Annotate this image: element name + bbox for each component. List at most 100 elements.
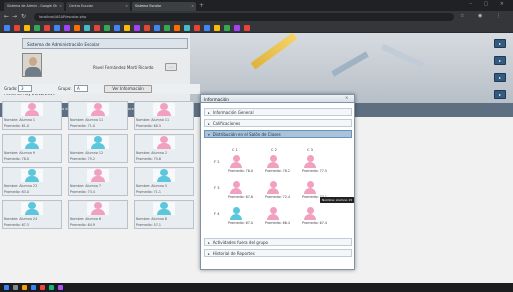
url-input[interactable]: localhost/ASAP/escolar.php [34, 13, 454, 21]
student-card[interactable]: Nombre: Alumno 9 Promedio: 78.0 [2, 134, 62, 163]
bookmark-icon[interactable] [194, 25, 200, 31]
side-button-2[interactable]: ▸ [494, 56, 506, 65]
student-name: Nombre: Alumno 12 [70, 151, 104, 155]
student-card[interactable]: Nombre: Alumno 7 Promedio: 73.4 [68, 167, 128, 196]
bookmark-icon[interactable] [44, 25, 50, 31]
side-button-4[interactable]: ▸ [494, 90, 506, 99]
student-card[interactable]: Nombre: Alumno 6 Promedio: 64.9 [68, 200, 128, 229]
reload-icon[interactable]: ↻ [21, 13, 26, 20]
bookmark-icon[interactable] [74, 25, 80, 31]
bookmark-icon[interactable] [104, 25, 110, 31]
bookmark-icon[interactable] [224, 25, 230, 31]
student-avatar-icon [266, 207, 280, 220]
bookmark-icon[interactable] [174, 25, 180, 31]
grupo-select[interactable]: A [74, 85, 88, 92]
app-icon[interactable] [49, 285, 54, 290]
seat-average: Promedio: 72.4 [265, 195, 290, 199]
bookmark-icon[interactable] [4, 25, 10, 31]
section-actividades-fuera[interactable]: ▸ Actividades fuera del grupo [204, 238, 352, 246]
close-icon[interactable]: × [59, 4, 62, 8]
bookmark-icon[interactable] [14, 25, 20, 31]
new-tab-button[interactable]: + [199, 2, 204, 9]
column-header: C 3 [307, 148, 313, 152]
bookmark-icon[interactable] [244, 25, 250, 31]
classroom-seat[interactable]: Promedio: 73.1 [298, 181, 327, 201]
seat-average: Promedio: 77.5 [302, 169, 327, 173]
student-name: Nombre: Alumno 5 [136, 184, 167, 188]
os-taskbar [0, 283, 513, 292]
student-card[interactable]: Nombre: Alumno 2 Promedio: 75.6 [134, 134, 194, 163]
student-name: Nombre: Alumno 6 [70, 217, 101, 221]
classroom-seat[interactable]: Promedio: 78.2 [261, 155, 290, 175]
bookmark-icon[interactable] [144, 25, 150, 31]
side-button-3[interactable]: ▸ [494, 73, 506, 82]
bookmark-icon[interactable] [54, 25, 60, 31]
chrome-icon[interactable] [40, 285, 45, 290]
forward-icon[interactable]: → [12, 13, 17, 20]
student-card[interactable]: Nombre: Alumno 5 Promedio: 71.1 [134, 167, 194, 196]
bookmark-icon[interactable] [34, 25, 40, 31]
student-name: Nombre: Alumno 9 [4, 151, 35, 155]
student-avatar-icon [153, 103, 175, 116]
bookmark-icon[interactable] [64, 25, 70, 31]
section-historial-reportes[interactable]: ▸ Historial de Reportes [204, 249, 352, 257]
tab-label: Sistema Escolar [135, 4, 162, 8]
student-card[interactable]: Nombre: Alumno 8 Promedio: 57.1 [134, 200, 194, 229]
bookmark-icon[interactable] [24, 25, 30, 31]
bookmark-icon[interactable] [154, 25, 160, 31]
section-distribucion-salon[interactable]: ▾ Distribución en el Salón de Clases [204, 130, 352, 138]
bookmark-icon[interactable] [204, 25, 210, 31]
classroom-seat[interactable]: Promedio: 77.5 [298, 155, 327, 175]
section-label: Calificaciones [212, 121, 241, 126]
bookmark-icon[interactable] [134, 25, 140, 31]
section-calificaciones[interactable]: ▸ Calificaciones [204, 119, 352, 127]
student-average: Promedio: 64.9 [70, 223, 95, 227]
grado-select[interactable]: 3 [18, 85, 32, 92]
student-card[interactable]: Nombre: Alumno 12 Promedio: 75.2 [68, 134, 128, 163]
section-informacion-general[interactable]: ▸ Información General [204, 108, 352, 116]
bookmark-icon[interactable] [164, 25, 170, 31]
student-average: Promedio: 73.4 [70, 190, 95, 194]
bookmark-icon[interactable] [114, 25, 120, 31]
ver-informacion-button[interactable]: Ver Información [104, 85, 152, 93]
student-name: Nombre: Alumno 2 [136, 151, 167, 155]
bookmark-icon[interactable] [124, 25, 130, 31]
bookmark-icon[interactable] [214, 25, 220, 31]
search-icon[interactable] [13, 285, 18, 290]
close-icon[interactable]: × [191, 4, 194, 8]
bookmark-icon[interactable] [184, 25, 190, 31]
back-icon[interactable]: ← [4, 13, 9, 20]
classroom-seat[interactable]: Promedio: 67.6 [224, 181, 253, 201]
close-icon[interactable]: × [345, 95, 348, 100]
seat-average: Promedio: 78.2 [265, 169, 290, 173]
window-controls[interactable]: – ▢ × [469, 1, 509, 7]
close-icon[interactable]: × [125, 4, 128, 8]
side-buttons: ▸ ▸ ▸ ▸ [494, 39, 508, 107]
start-icon[interactable] [4, 285, 9, 290]
app-icon[interactable] [31, 285, 36, 290]
student-card[interactable]: Nombre: Alumno 1 Promedio: 61.0 [2, 101, 62, 130]
bookmark-icon[interactable] [234, 25, 240, 31]
student-card[interactable]: Nombre: Alumno 24 Promedio: 67.3 [2, 200, 62, 229]
side-button-1[interactable]: ▸ [494, 39, 506, 48]
bookmark-icon[interactable] [84, 25, 90, 31]
app-icon[interactable] [58, 285, 63, 290]
classroom-seat[interactable]: Promedio: 66.4 [261, 207, 290, 227]
classroom-seat[interactable]: Promedio: 67.4 [298, 207, 327, 227]
browser-tab-3[interactable]: Sistema Escolar × [132, 2, 196, 11]
logout-button[interactable]: ... [165, 63, 177, 71]
classroom-seat[interactable]: Promedio: 76.0 [224, 155, 253, 175]
browser-tab-2[interactable]: Centro Escolar × [66, 2, 130, 11]
browser-extension-icons[interactable]: ☆ ◉ ⋮ [460, 13, 507, 19]
bookmark-icon[interactable] [94, 25, 100, 31]
student-average: Promedio: 75.6 [136, 157, 161, 161]
student-name: Nombre: Alumno 24 [4, 217, 38, 221]
student-card[interactable]: Nombre: Alumno 11 Promedio: 71.0 [68, 101, 128, 130]
classroom-seat[interactable]: Promedio: 67.0 [224, 207, 253, 227]
browser-tab-1[interactable]: Sistema de Admin - Google Sh × [4, 2, 64, 11]
grupo-label: Grupo: [58, 86, 72, 91]
folder-icon[interactable] [22, 285, 27, 290]
student-card[interactable]: Nombre: Alumno 23 Promedio: 63.0 [2, 167, 62, 196]
student-card[interactable]: Nombre: Alumno 11 Promedio: 60.5 [134, 101, 194, 130]
classroom-seat[interactable]: Promedio: 72.4 [261, 181, 290, 201]
